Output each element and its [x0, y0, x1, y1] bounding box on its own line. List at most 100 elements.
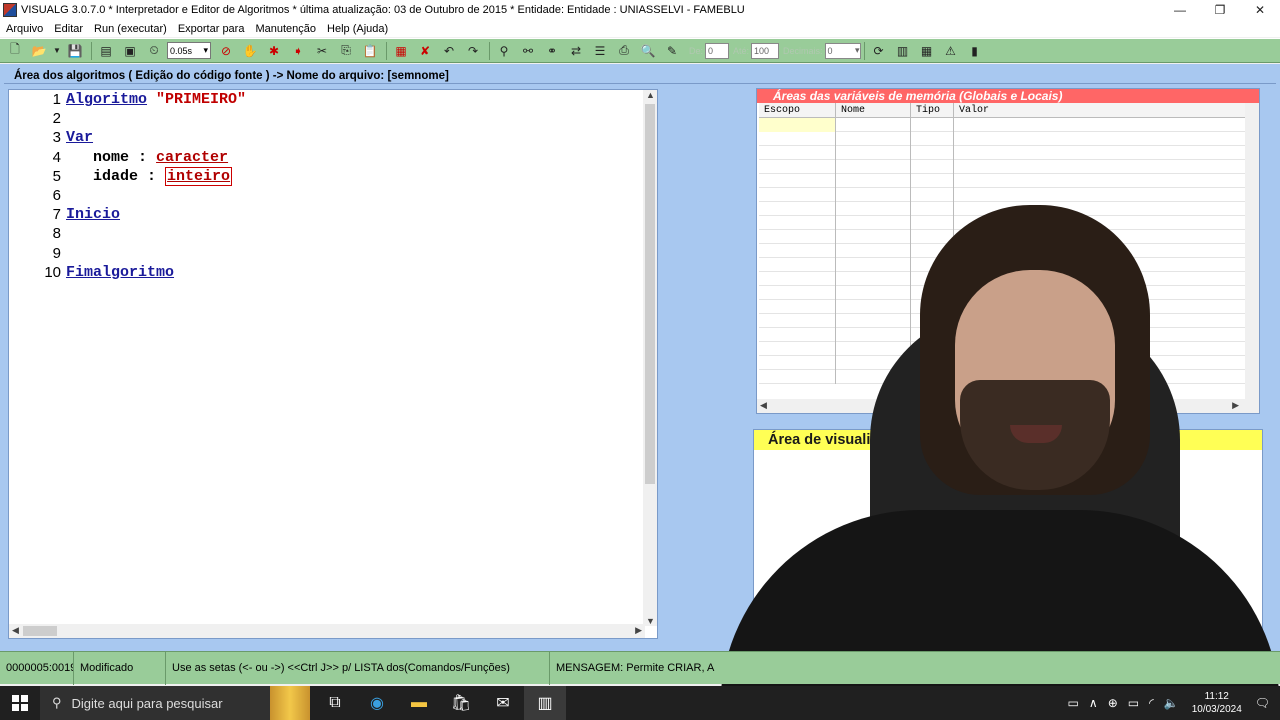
edge-browser-icon[interactable]: ◉	[356, 686, 398, 720]
save-icon[interactable]: 💾	[64, 41, 86, 61]
hand-icon[interactable]: ✋	[239, 41, 261, 61]
table-cell[interactable]	[836, 146, 911, 160]
menu-help[interactable]: Help (Ajuda)	[327, 23, 388, 35]
code-line[interactable]: 9	[9, 244, 649, 263]
battery-icon[interactable]: ▭	[1128, 696, 1139, 710]
table-cell[interactable]	[911, 132, 954, 146]
table-row[interactable]	[759, 118, 1245, 132]
find-icon[interactable]: ⚲	[493, 41, 515, 61]
store-icon[interactable]: 🛍	[440, 686, 482, 720]
editor-horizontal-scrollbar[interactable]: ◀ ▶	[9, 624, 645, 638]
breakpoint-icon[interactable]: ✱	[263, 41, 285, 61]
minimize-button[interactable]: —	[1160, 0, 1200, 20]
delete-icon[interactable]: ✘	[414, 41, 436, 61]
code-line[interactable]: 2	[9, 109, 649, 128]
table-cell[interactable]	[759, 174, 836, 188]
undo-icon[interactable]: ↶	[438, 41, 460, 61]
code-line[interactable]: 4 nome : caracter	[9, 148, 649, 167]
block-icon[interactable]: ▦	[390, 41, 412, 61]
refresh-icon[interactable]: ⟳	[868, 41, 890, 61]
menu-editar[interactable]: Editar	[54, 23, 83, 35]
table-cell[interactable]	[759, 146, 836, 160]
table-cell[interactable]	[911, 118, 954, 132]
table-row[interactable]	[759, 146, 1245, 160]
network-icon[interactable]: ⊕	[1108, 696, 1118, 710]
table-cell[interactable]	[954, 160, 1245, 174]
code-line[interactable]: 6	[9, 186, 649, 205]
code-line[interactable]: 7 Inicio	[9, 205, 649, 224]
menu-manutencao[interactable]: Manutenção	[255, 23, 316, 35]
table-cell[interactable]	[954, 146, 1245, 160]
calculator-icon[interactable]: ▥	[892, 41, 914, 61]
maximize-button[interactable]: ❐	[1200, 0, 1240, 20]
paste-icon[interactable]: 📋	[359, 41, 381, 61]
visualg-taskbar-icon[interactable]: ▥	[524, 686, 566, 720]
table-cell[interactable]	[759, 132, 836, 146]
help-icon[interactable]: ▮	[964, 41, 986, 61]
code-line[interactable]: 8	[9, 224, 649, 243]
table-icon[interactable]: ▦	[916, 41, 938, 61]
table-cell[interactable]	[836, 160, 911, 174]
timer-icon[interactable]: ⏲	[143, 41, 165, 61]
find-next-icon[interactable]: ⚯	[517, 41, 539, 61]
format-icon[interactable]: ⇄	[565, 41, 587, 61]
copy-icon[interactable]: ⎘	[335, 41, 357, 61]
table-row[interactable]	[759, 160, 1245, 174]
table-row[interactable]	[759, 132, 1245, 146]
notification-icon[interactable]: 🗨	[1255, 696, 1270, 710]
new-file-icon[interactable]: 🗋	[4, 41, 26, 61]
table-cell[interactable]	[759, 160, 836, 174]
column-valor[interactable]: Valor	[954, 103, 1245, 117]
close-button[interactable]: ✕	[1240, 0, 1280, 20]
table-cell[interactable]	[954, 174, 1245, 188]
replace-icon[interactable]: ⚭	[541, 41, 563, 61]
redo-icon[interactable]: ↷	[462, 41, 484, 61]
code-editor[interactable]: 1 Algoritmo "PRIMEIRO" 2 3 Var 4 nome : carac…	[8, 89, 658, 639]
scroll-thumb[interactable]	[23, 626, 57, 636]
printer-icon[interactable]: ⎙	[613, 41, 635, 61]
keyboard-icon[interactable]: ▭	[1068, 696, 1079, 710]
file-explorer-icon[interactable]: ▬	[398, 686, 440, 720]
decimais-select[interactable]: 0 ▾	[824, 42, 861, 59]
chevron-up-icon[interactable]: ∧	[1089, 696, 1098, 710]
column-escopo[interactable]: Escopo	[759, 103, 836, 117]
run-step-icon[interactable]: ➧	[287, 41, 309, 61]
table-cell[interactable]	[911, 174, 954, 188]
wifi-icon[interactable]: ◜	[1149, 696, 1154, 710]
start-button[interactable]	[0, 686, 40, 720]
wand-icon[interactable]: ✎	[661, 41, 683, 61]
dropdown-arrow-icon[interactable]: ▼	[52, 41, 62, 61]
ate-input[interactable]: 100	[751, 42, 780, 59]
scroll-thumb[interactable]	[645, 104, 655, 484]
warning-icon[interactable]: ⚠	[940, 41, 962, 61]
de-input[interactable]: 0	[705, 42, 730, 59]
speed-select[interactable]: 0.05s ▾	[167, 42, 211, 59]
taskbar-search[interactable]: ⚲ Digite aqui para pesquisar	[40, 686, 270, 720]
menu-run[interactable]: Run (executar)	[94, 23, 167, 35]
table-cell[interactable]	[911, 146, 954, 160]
run-file-icon[interactable]: ▣	[119, 41, 141, 61]
clock[interactable]: 11:12 10/03/2024	[1192, 690, 1242, 716]
table-cell[interactable]	[954, 132, 1245, 146]
table-cell[interactable]	[836, 174, 911, 188]
stop-icon[interactable]: ⊘	[215, 41, 237, 61]
table-cell[interactable]	[954, 118, 1245, 132]
zoom-icon[interactable]: 🔍	[637, 41, 659, 61]
code-line[interactable]: 3 Var	[9, 128, 649, 147]
task-view-icon[interactable]: ⧉	[314, 686, 356, 720]
print-preview-icon[interactable]: ▤	[95, 41, 117, 61]
scroll-down-icon[interactable]: ▼	[646, 616, 655, 626]
column-tipo[interactable]: Tipo	[911, 103, 954, 117]
table-cell[interactable]	[759, 118, 836, 132]
mail-icon[interactable]: ✉	[482, 686, 524, 720]
table-row[interactable]	[759, 174, 1245, 188]
scroll-right-icon[interactable]: ▶	[635, 625, 642, 636]
open-folder-icon[interactable]: 📂	[28, 41, 50, 61]
menu-arquivo[interactable]: Arquivo	[6, 23, 43, 35]
editor-vertical-scrollbar[interactable]: ▲ ▼	[643, 90, 657, 626]
cut-icon[interactable]: ✂	[311, 41, 333, 61]
code-line[interactable]: 10 Fimalgoritmo	[9, 263, 649, 282]
code-line[interactable]: 1 Algoritmo "PRIMEIRO"	[9, 90, 649, 109]
volume-icon[interactable]: 🔈	[1164, 696, 1179, 710]
table-cell[interactable]	[911, 160, 954, 174]
